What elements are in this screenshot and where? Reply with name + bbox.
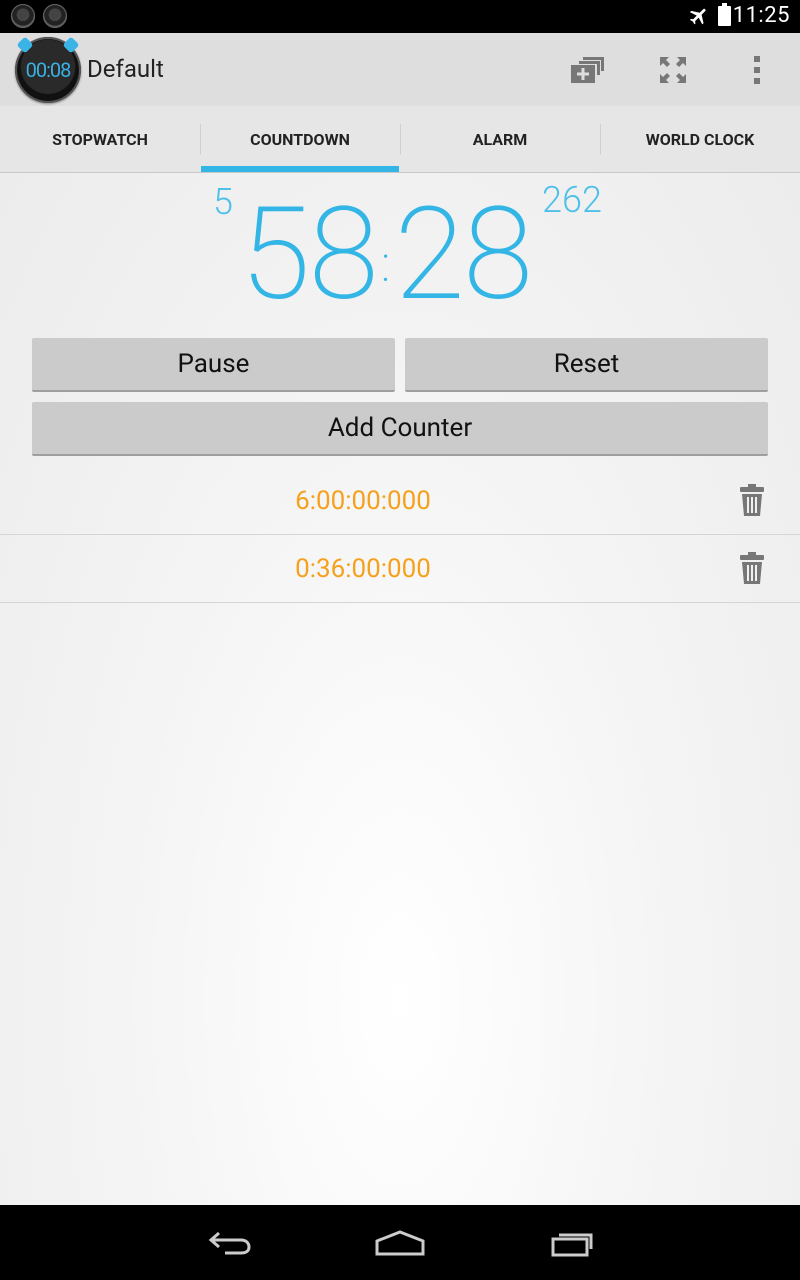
tab-bar: STOPWATCH COUNTDOWN ALARM WORLD CLOCK xyxy=(0,106,800,173)
tab-stopwatch[interactable]: STOPWATCH xyxy=(0,106,200,172)
counter-value: 6:00:00:000 xyxy=(295,485,431,516)
countdown-clock: 58 : 28 xyxy=(240,180,533,330)
back-icon xyxy=(208,1231,251,1255)
app-icon-label: 00:08 xyxy=(25,58,72,82)
reset-button[interactable]: Reset xyxy=(405,338,768,392)
countdown-panel: 5 262 58 : 28 Pause Reset Add Counter 6:… xyxy=(0,173,800,1205)
tab-countdown[interactable]: COUNTDOWN xyxy=(200,106,400,172)
countdown-seconds: 28 xyxy=(394,180,533,330)
fullscreen-icon xyxy=(660,57,686,83)
clock-separator: : xyxy=(380,236,391,294)
page-title: Default xyxy=(87,55,164,83)
tab-alarm[interactable]: ALARM xyxy=(400,106,600,172)
navigation-bar xyxy=(0,1205,800,1280)
trash-icon[interactable] xyxy=(740,483,764,517)
notification-icon xyxy=(11,4,35,28)
overflow-menu-button[interactable] xyxy=(732,45,782,95)
back-button[interactable] xyxy=(200,1223,260,1263)
countdown-hours: 5 xyxy=(213,181,233,223)
home-icon xyxy=(375,1230,425,1256)
battery-icon xyxy=(718,3,731,26)
tab-world-clock[interactable]: WORLD CLOCK xyxy=(600,106,800,172)
add-counter-button[interactable]: Add Counter xyxy=(32,402,768,456)
trash-icon[interactable] xyxy=(740,551,764,585)
notification-icon xyxy=(43,4,67,28)
app-icon[interactable]: 00:08 xyxy=(15,37,81,103)
airplane-mode-icon xyxy=(689,8,706,25)
fullscreen-button[interactable] xyxy=(648,45,698,95)
recent-apps-icon xyxy=(551,1233,593,1257)
status-time: 11:25 xyxy=(732,3,790,28)
counter-value: 0:36:00:000 xyxy=(295,553,431,584)
countdown-minutes: 58 xyxy=(240,180,379,330)
action-bar: 00:08 Default xyxy=(0,33,800,106)
pause-button[interactable]: Pause xyxy=(32,338,395,392)
list-item[interactable]: 6:00:00:000 xyxy=(0,467,800,535)
status-bar: 11:25 xyxy=(0,0,800,33)
home-button[interactable] xyxy=(370,1223,430,1263)
add-window-icon xyxy=(571,57,604,83)
recent-apps-button[interactable] xyxy=(542,1223,602,1263)
list-item[interactable]: 0:36:00:000 xyxy=(0,535,800,603)
overflow-menu-icon xyxy=(754,56,760,84)
add-window-button[interactable] xyxy=(562,45,612,95)
countdown-millis: 262 xyxy=(542,179,602,221)
